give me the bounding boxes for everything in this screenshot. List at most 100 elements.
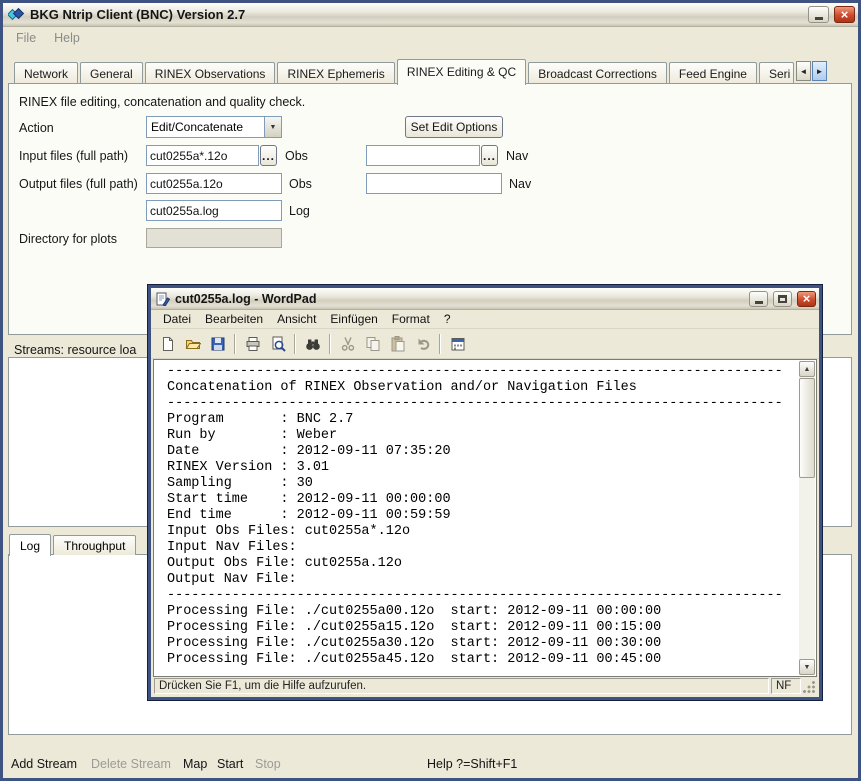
menu-help[interactable]: Help [50, 30, 84, 46]
log-suffix-label: Log [289, 204, 310, 218]
copy-button[interactable] [361, 332, 384, 355]
bnc-app-icon [8, 7, 25, 22]
undo-button[interactable] [411, 332, 434, 355]
tab-feed-engine[interactable]: Feed Engine [669, 62, 757, 84]
status-message: Drücken Sie F1, um die Hilfe aufzurufen. [154, 678, 769, 694]
paste-button[interactable] [386, 332, 409, 355]
bnc-menubar: File Help [3, 27, 858, 49]
wordpad-document[interactable]: ----------------------------------------… [153, 359, 817, 677]
output-nav-suffix-label: Nav [509, 177, 531, 191]
menu-einfuegen[interactable]: Einfügen [323, 312, 384, 326]
plots-dir-field [146, 228, 282, 248]
wordpad-app-icon [156, 292, 170, 306]
tab-log[interactable]: Log [9, 534, 51, 556]
wordpad-close-button[interactable]: × [797, 291, 816, 307]
print-preview-icon [270, 336, 286, 352]
output-obs-suffix-label: Obs [289, 177, 312, 191]
output-files-label: Output files (full path) [19, 177, 138, 191]
new-file-button[interactable] [156, 332, 179, 355]
log-file-field[interactable] [146, 200, 282, 221]
scrollbar-thumb[interactable] [799, 378, 815, 478]
input-nav-field[interactable] [366, 145, 480, 166]
tab-serial[interactable]: Seri [759, 62, 794, 84]
start-button[interactable]: Start [217, 757, 243, 771]
tab-scroll-control: ◄ ► [796, 61, 827, 81]
date-time-icon [450, 336, 466, 352]
arrow-right-icon: ► [816, 67, 824, 76]
log-tab-bar: Log Throughput [9, 533, 138, 555]
undo-arrow-icon [415, 336, 431, 352]
scroll-down-button[interactable]: ▼ [799, 659, 815, 675]
open-folder-icon [185, 336, 201, 352]
tab-scroll-left-button[interactable]: ◄ [796, 61, 811, 81]
tab-rinex-editing-qc[interactable]: RINEX Editing & QC [397, 59, 526, 85]
cut-scissors-icon [340, 336, 356, 352]
stop-button[interactable]: Stop [255, 757, 281, 771]
wordpad-titlebar[interactable]: cut0255a.log - WordPad × [151, 288, 819, 310]
wordpad-minimize-button[interactable] [749, 291, 768, 307]
output-nav-field[interactable] [366, 173, 502, 194]
menu-file[interactable]: File [12, 30, 40, 46]
print-button[interactable] [241, 332, 264, 355]
tab-rinex-observations[interactable]: RINEX Observations [145, 62, 276, 84]
minimize-icon [755, 301, 763, 304]
resize-grip[interactable] [803, 681, 816, 694]
scroll-up-button[interactable]: ▲ [799, 361, 815, 377]
bnc-minimize-button[interactable] [808, 6, 829, 23]
print-preview-button[interactable] [266, 332, 289, 355]
date-time-button[interactable] [446, 332, 469, 355]
tab-broadcast-corrections[interactable]: Broadcast Corrections [528, 62, 667, 84]
save-floppy-icon [210, 336, 226, 352]
print-icon [245, 336, 261, 352]
output-obs-field[interactable] [146, 173, 282, 194]
combo-dropdown-arrow-icon[interactable]: ▼ [264, 117, 281, 137]
menu-format[interactable]: Format [385, 312, 437, 326]
vertical-scrollbar[interactable]: ▲ ▼ [799, 361, 815, 675]
menu-hilfe[interactable]: ? [437, 312, 458, 326]
desktop: BKG Ntrip Client (BNC) Version 2.7 × Fil… [0, 0, 861, 781]
tab-rinex-ephemeris[interactable]: RINEX Ephemeris [277, 62, 394, 84]
action-combobox[interactable]: Edit/Concatenate ▼ [146, 116, 282, 138]
bnc-close-button[interactable]: × [834, 6, 855, 23]
tab-general[interactable]: General [80, 62, 143, 84]
open-file-button[interactable] [181, 332, 204, 355]
input-files-label: Input files (full path) [19, 149, 128, 163]
map-button[interactable]: Map [183, 757, 207, 771]
wordpad-maximize-button[interactable] [773, 291, 792, 307]
cut-button[interactable] [336, 332, 359, 355]
input-nav-suffix-label: Nav [506, 149, 528, 163]
wordpad-document-text[interactable]: ----------------------------------------… [155, 361, 799, 675]
wordpad-toolbar [151, 329, 819, 359]
wordpad-window-title: cut0255a.log - WordPad [175, 292, 744, 306]
menu-bearbeiten[interactable]: Bearbeiten [198, 312, 270, 326]
set-edit-options-button[interactable]: Set Edit Options [405, 116, 503, 138]
add-stream-button[interactable]: Add Stream [11, 757, 77, 771]
input-obs-browse-button[interactable]: ... [260, 145, 277, 166]
scroll-down-icon: ▼ [804, 664, 811, 671]
toolbar-separator [294, 334, 296, 354]
wordpad-menubar: Datei Bearbeiten Ansicht Einfügen Format… [151, 310, 819, 329]
minimize-icon [815, 17, 823, 20]
find-button[interactable] [301, 332, 324, 355]
wordpad-statusbar: Drücken Sie F1, um die Hilfe aufzurufen.… [153, 677, 817, 695]
bnc-titlebar[interactable]: BKG Ntrip Client (BNC) Version 2.7 × [3, 3, 858, 27]
save-button[interactable] [206, 332, 229, 355]
status-nf-indicator: NF [771, 678, 801, 694]
tab-throughput[interactable]: Throughput [53, 535, 136, 555]
scroll-up-icon: ▲ [804, 366, 811, 373]
tab-scroll-right-button[interactable]: ► [812, 61, 827, 81]
plots-dir-label: Directory for plots [19, 232, 117, 246]
delete-stream-button[interactable]: Delete Stream [91, 757, 171, 771]
input-obs-suffix-label: Obs [285, 149, 308, 163]
streams-label: Streams: resource loa [14, 343, 136, 357]
input-obs-field[interactable] [146, 145, 259, 166]
help-button[interactable]: Help ?=Shift+F1 [427, 757, 517, 771]
tab-network[interactable]: Network [14, 62, 78, 84]
copy-icon [365, 336, 381, 352]
close-icon: × [803, 292, 811, 305]
toolbar-separator [234, 334, 236, 354]
find-binoculars-icon [305, 336, 321, 352]
menu-ansicht[interactable]: Ansicht [270, 312, 323, 326]
menu-datei[interactable]: Datei [156, 312, 198, 326]
input-nav-browse-button[interactable]: ... [481, 145, 498, 166]
